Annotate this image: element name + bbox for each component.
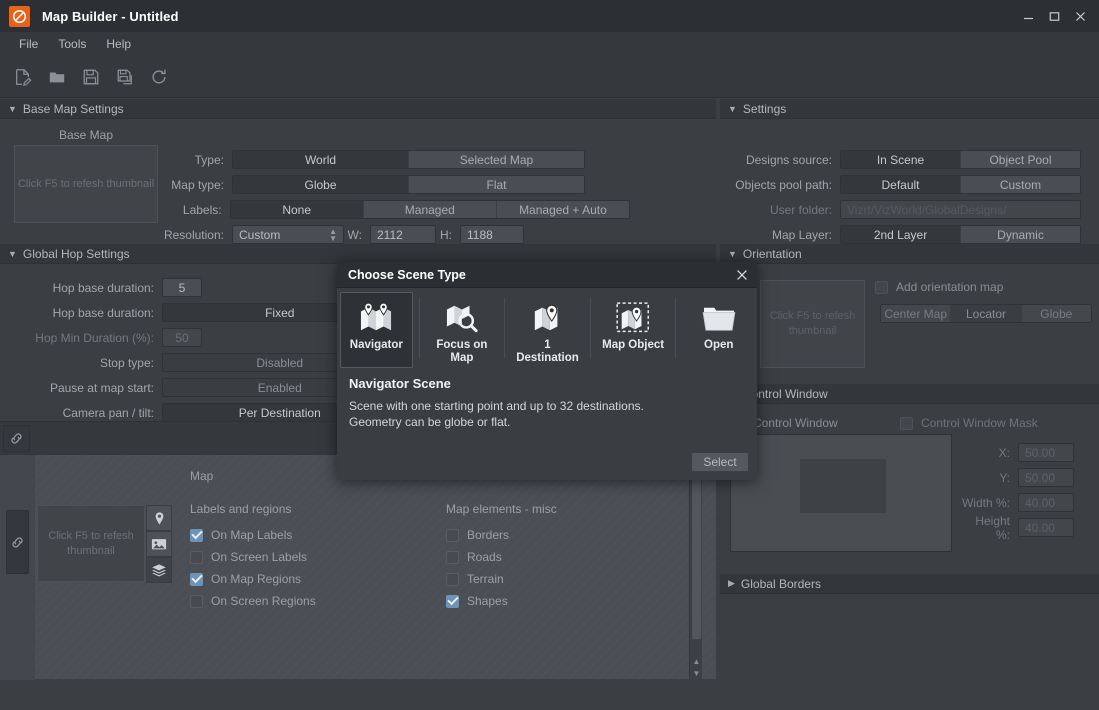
description-line-2: Geometry can be globe or flat. <box>349 414 745 430</box>
scene-type-label: Navigator <box>350 339 403 352</box>
dialog-footer: Select <box>337 446 757 480</box>
scene-type-open[interactable]: Open <box>682 292 755 368</box>
scene-type-description: Navigator Scene Scene with one starting … <box>337 368 757 430</box>
scene-type-1-destination[interactable]: 1 Destination <box>511 292 584 368</box>
select-button[interactable]: Select <box>691 452 749 472</box>
divider <box>504 298 505 358</box>
divider <box>419 298 420 358</box>
scene-type-label: Map Object <box>602 339 664 352</box>
map-object-dashed-icon <box>616 300 650 334</box>
map-two-pins-icon <box>358 300 394 334</box>
description-line-1: Scene with one starting point and up to … <box>349 398 745 414</box>
modal-overlay: Choose Scene Type <box>0 0 1099 710</box>
description-title: Navigator Scene <box>349 376 745 391</box>
divider <box>675 298 676 358</box>
dialog-close-button[interactable] <box>731 264 753 286</box>
divider <box>590 298 591 358</box>
scene-type-list: Navigator Focus on Map <box>337 288 757 368</box>
open-folder-icon <box>701 300 737 334</box>
dialog-title-bar: Choose Scene Type <box>337 262 757 288</box>
scene-type-navigator[interactable]: Navigator <box>340 292 413 368</box>
dialog-title: Choose Scene Type <box>348 268 466 282</box>
scene-type-map-object[interactable]: Map Object <box>597 292 670 368</box>
map-magnifier-icon <box>445 300 479 334</box>
application-window: Map Builder - Untitled File Tools Help <box>0 0 1099 710</box>
scene-type-label: 1 Destination <box>512 339 583 365</box>
scene-type-focus-on-map[interactable]: Focus on Map <box>426 292 499 368</box>
scene-type-label: Open <box>704 339 733 352</box>
choose-scene-type-dialog: Choose Scene Type <box>337 262 757 480</box>
map-one-pin-icon <box>532 300 564 334</box>
scene-type-label: Focus on Map <box>427 339 498 365</box>
